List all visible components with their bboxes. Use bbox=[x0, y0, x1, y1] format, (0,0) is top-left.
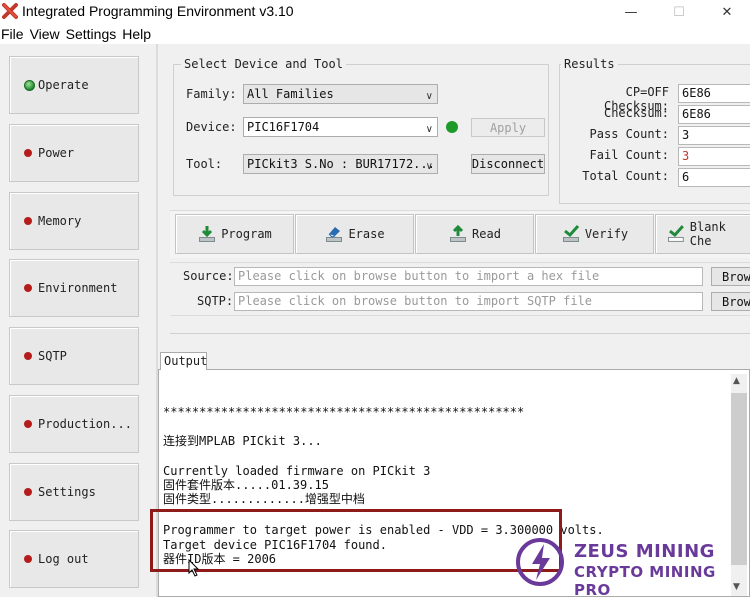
watermark-line1: ZEUS MINING bbox=[574, 541, 715, 562]
menu-bar: File View Settings Help bbox=[0, 24, 750, 44]
device-value: PIC16F1704 bbox=[247, 120, 320, 134]
source-browse-button[interactable]: Brow bbox=[711, 267, 750, 286]
family-label: Family: bbox=[186, 87, 237, 101]
app-x-icon bbox=[2, 3, 18, 19]
sidebar-item-label: Production... bbox=[38, 417, 132, 431]
results-value: 6E86 bbox=[678, 105, 750, 124]
scrollbar-thumb[interactable] bbox=[731, 393, 747, 565]
highlight-annotation-box bbox=[150, 509, 562, 572]
verify-label: Verify bbox=[584, 227, 629, 241]
program-button[interactable]: Program bbox=[175, 214, 294, 254]
erase-label: Erase bbox=[348, 227, 385, 241]
maximize-button[interactable]: ☐ bbox=[656, 0, 702, 24]
sidebar-item-label: Power bbox=[38, 146, 75, 160]
menu-view[interactable]: View bbox=[28, 24, 64, 44]
read-upload-icon bbox=[450, 224, 467, 242]
read-label: Read bbox=[472, 227, 501, 241]
mouse-cursor-icon bbox=[188, 559, 200, 577]
status-red-icon bbox=[24, 488, 32, 496]
results-value: 6E86 bbox=[678, 84, 750, 103]
minimize-button[interactable]: — bbox=[608, 0, 654, 24]
sidebar-item-label: Log out bbox=[38, 552, 89, 566]
blank-check-label: Blank Che bbox=[689, 220, 726, 248]
source-label: Source: bbox=[183, 269, 234, 283]
results-label: Total Count: bbox=[582, 169, 669, 183]
tool-select[interactable]: PICkit3 S.No : BUR17172... ∨ bbox=[243, 154, 438, 174]
sidebar-item-label: Settings bbox=[38, 485, 96, 499]
sidebar-item-sqtp[interactable]: SQTP bbox=[9, 327, 139, 385]
results-label: Pass Count: bbox=[589, 127, 669, 141]
zeus-mining-logo-icon bbox=[516, 538, 564, 586]
sidebar-item-production[interactable]: Production... bbox=[9, 395, 139, 453]
window-title: Integrated Programming Environment v3.10 bbox=[22, 3, 294, 19]
read-button[interactable]: Read bbox=[415, 214, 534, 254]
output-line: 连接到MPLAB PICkit 3... bbox=[163, 434, 322, 448]
family-value: All Families bbox=[247, 87, 334, 101]
results-label: Checksum: bbox=[603, 106, 669, 120]
output-line: 固件类型.............增强型中档 bbox=[163, 492, 365, 506]
blank-check-icon bbox=[667, 225, 684, 242]
close-button[interactable]: ✕ bbox=[704, 0, 750, 24]
status-red-icon bbox=[24, 217, 32, 225]
device-select[interactable]: PIC16F1704 ∨ bbox=[243, 117, 438, 137]
menu-help[interactable]: Help bbox=[120, 24, 155, 44]
total-count-value: 6 bbox=[678, 168, 750, 187]
device-tool-group-title: Select Device and Tool bbox=[181, 57, 346, 71]
sidebar-item-label: Operate bbox=[38, 78, 89, 92]
tool-value: PICkit3 S.No : BUR17172... bbox=[247, 157, 435, 171]
results-label: Fail Count: bbox=[589, 148, 669, 162]
output-line: ****************************************… bbox=[163, 405, 525, 419]
erase-icon bbox=[326, 227, 343, 242]
disconnect-button[interactable]: Disconnect bbox=[471, 154, 545, 174]
status-red-icon bbox=[24, 555, 32, 563]
erase-button[interactable]: Erase bbox=[295, 214, 414, 254]
output-line: Currently loaded firmware on PICkit 3 bbox=[163, 464, 431, 478]
status-green-icon bbox=[24, 79, 35, 91]
menu-settings[interactable]: Settings bbox=[64, 24, 121, 44]
results-group-title: Results bbox=[561, 57, 618, 71]
sidebar-item-label: Memory bbox=[38, 214, 82, 228]
tool-label: Tool: bbox=[186, 157, 223, 171]
output-line: 固件套件版本.....01.39.15 bbox=[163, 478, 329, 492]
menu-file[interactable]: File bbox=[0, 24, 28, 44]
watermark-line2: CRYPTO MINING PRO bbox=[574, 563, 716, 597]
status-red-icon bbox=[24, 420, 32, 428]
pass-count-value: 3 bbox=[678, 126, 750, 145]
scroll-up-icon[interactable]: ▲ bbox=[733, 376, 740, 386]
family-select[interactable]: All Families ∨ bbox=[243, 84, 438, 104]
tab-output[interactable]: Output bbox=[160, 352, 207, 370]
sidebar-item-logout[interactable]: Log out bbox=[9, 530, 139, 588]
sidebar-item-environment[interactable]: Environment bbox=[9, 259, 139, 317]
progress-strip bbox=[170, 322, 750, 334]
sqtp-browse-button[interactable]: Brow bbox=[711, 292, 750, 311]
fail-count-value: 3 bbox=[678, 147, 750, 166]
device-label: Device: bbox=[186, 120, 237, 134]
sidebar-item-label: Environment bbox=[38, 281, 118, 295]
status-red-icon bbox=[24, 149, 32, 157]
verify-button[interactable]: Verify bbox=[535, 214, 654, 254]
status-red-icon bbox=[24, 284, 32, 292]
sidebar-item-settings[interactable]: Settings bbox=[9, 463, 139, 521]
verify-check-icon bbox=[562, 225, 579, 242]
sidebar-item-operate[interactable]: Operate bbox=[9, 56, 139, 114]
chevron-down-icon: ∨ bbox=[425, 161, 433, 172]
blank-check-button[interactable]: Blank Che bbox=[655, 214, 750, 254]
sidebar-item-label: SQTP bbox=[38, 349, 67, 363]
sqtp-label: SQTP: bbox=[197, 294, 234, 308]
device-status-icon bbox=[446, 121, 458, 133]
sidebar-item-memory[interactable]: Memory bbox=[9, 192, 139, 250]
chevron-down-icon: ∨ bbox=[425, 124, 433, 135]
status-red-icon bbox=[24, 352, 32, 360]
program-label: Program bbox=[221, 227, 272, 241]
program-download-icon bbox=[199, 226, 216, 242]
sidebar-item-power[interactable]: Power bbox=[9, 124, 139, 182]
chevron-down-icon: ∨ bbox=[425, 91, 433, 102]
source-input[interactable]: Please click on browse button to import … bbox=[234, 267, 703, 286]
sqtp-input[interactable]: Please click on browse button to import … bbox=[234, 292, 703, 311]
apply-button[interactable]: Apply bbox=[471, 118, 545, 137]
